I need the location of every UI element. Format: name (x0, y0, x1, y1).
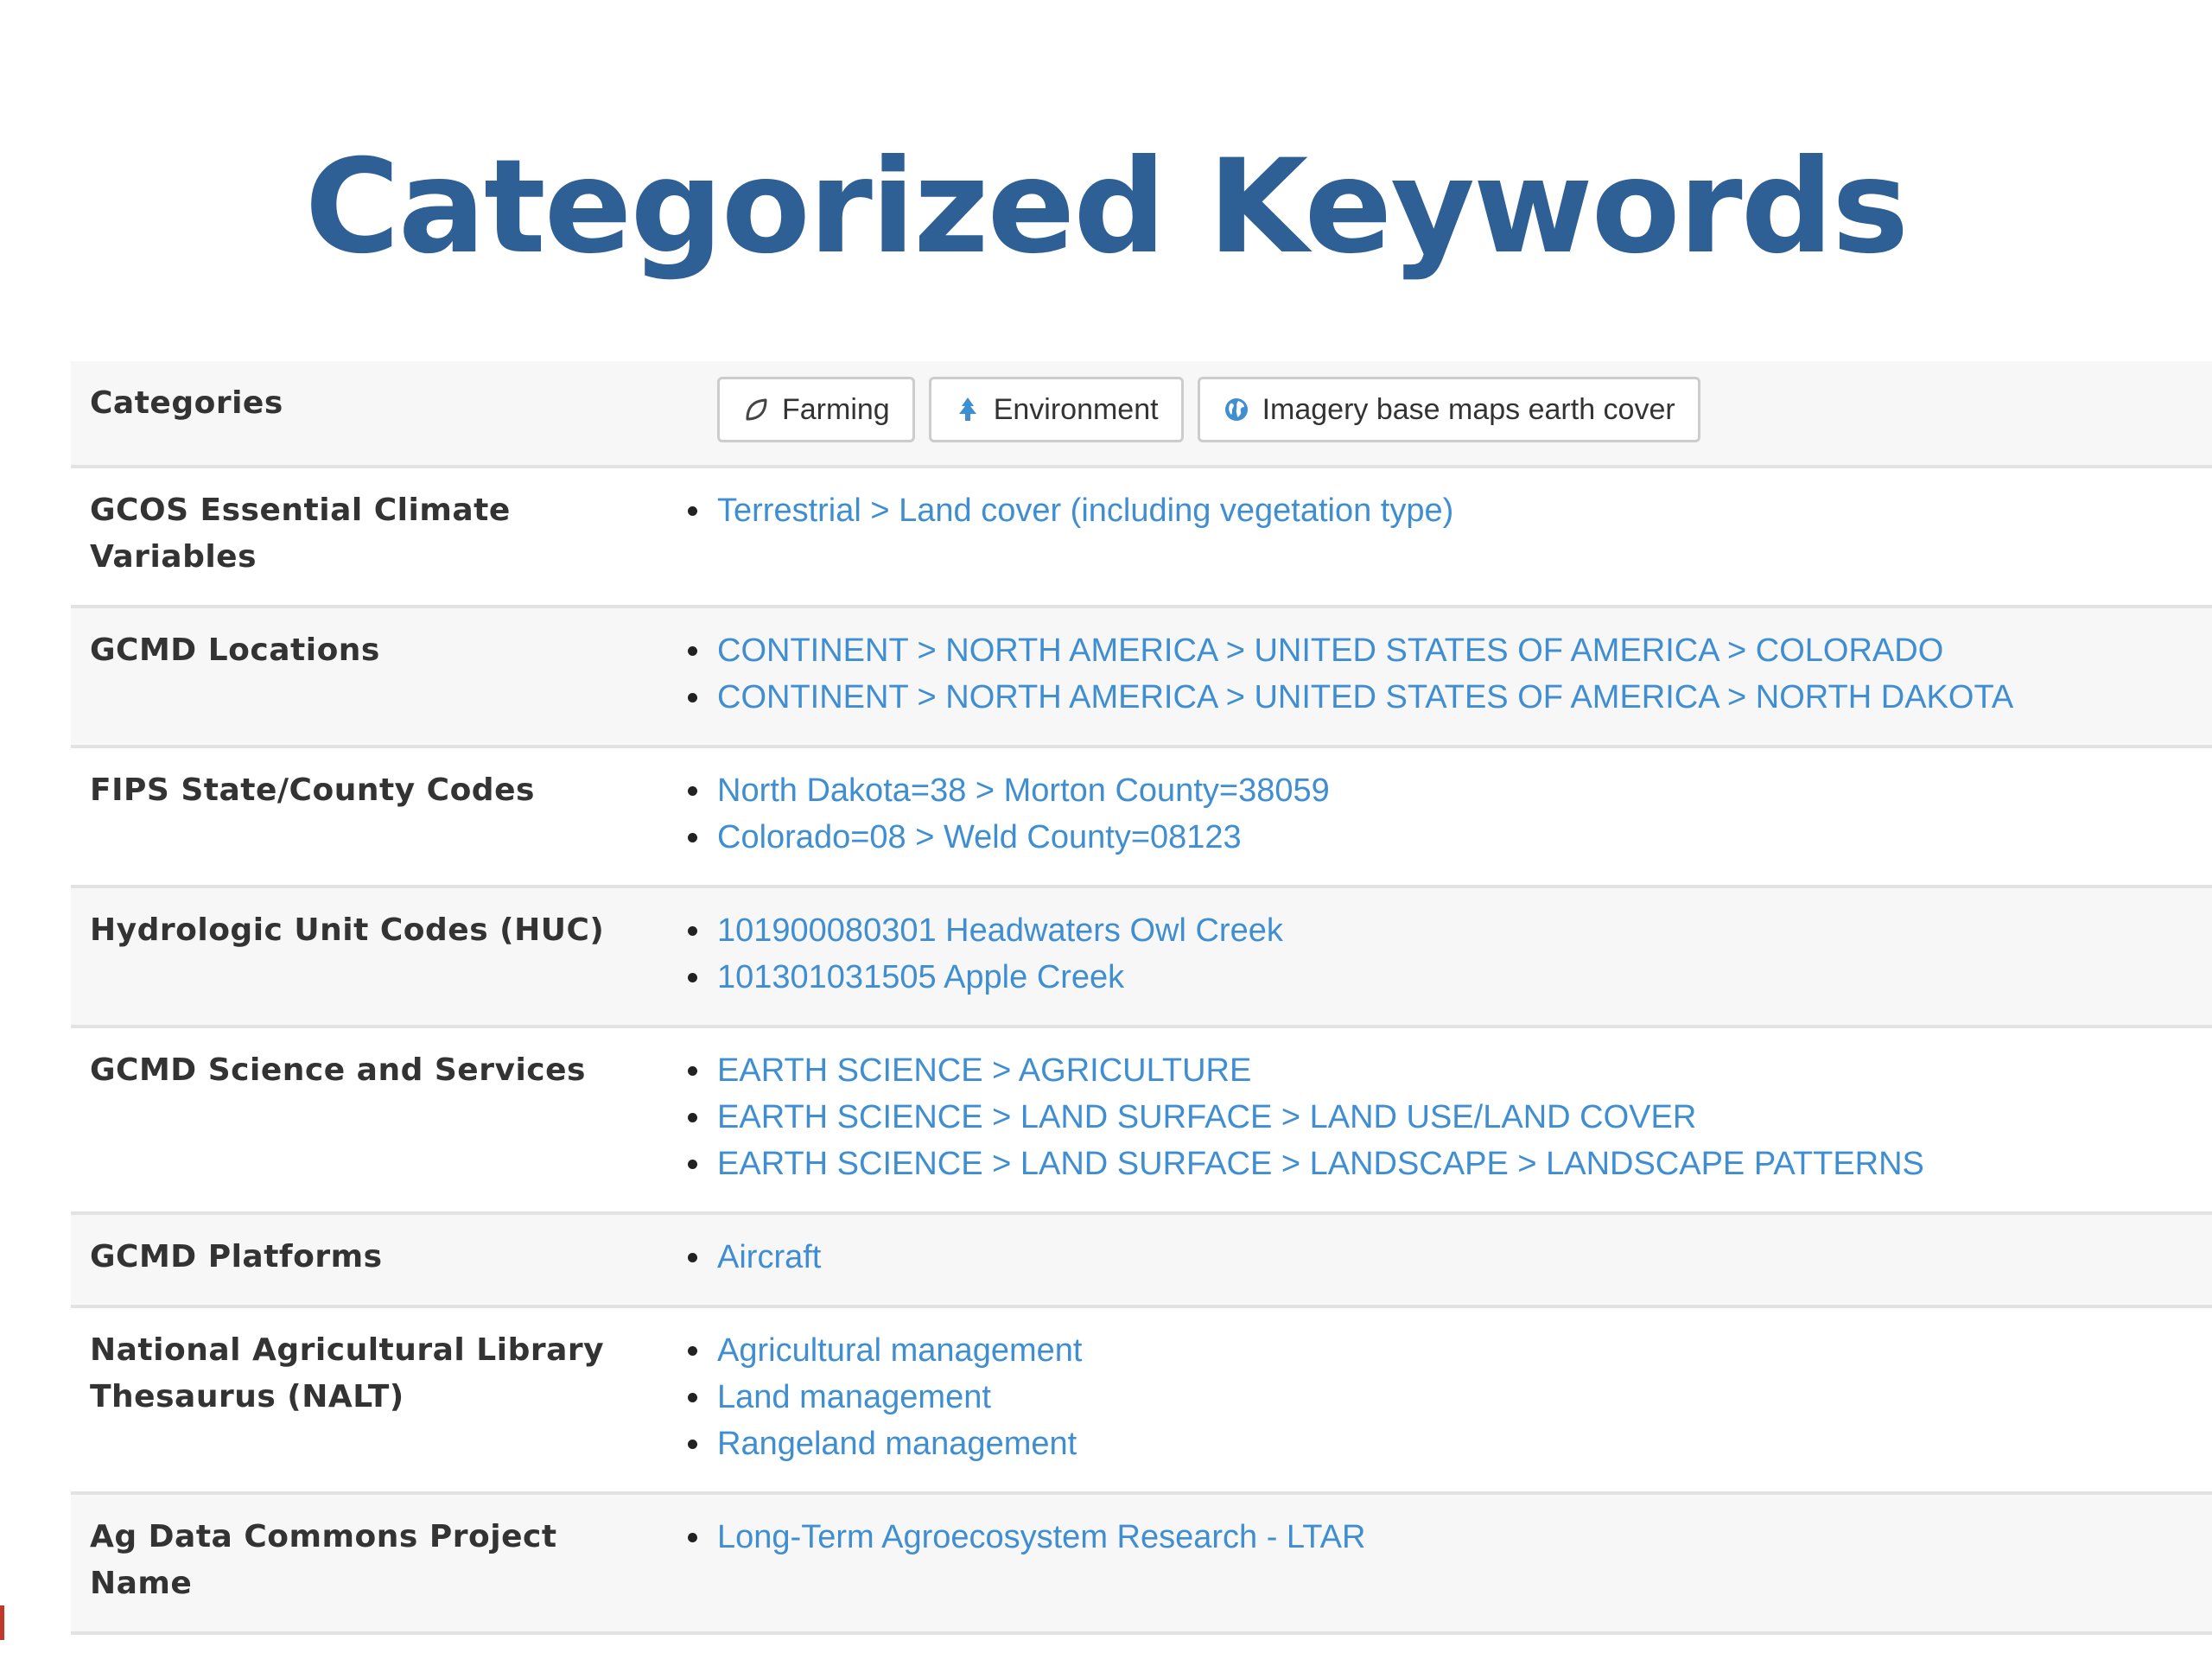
categories-row: Categories Farming Environment Imagery b… (71, 361, 2212, 467)
categories-label: Categories (90, 385, 283, 421)
bullet-icon (688, 833, 697, 842)
category-button-farming[interactable]: Farming (717, 377, 915, 442)
bullet-icon (688, 926, 697, 936)
keyword-link[interactable]: Colorado=08 > Weld County=08123 (717, 819, 1242, 855)
keyword-list: Long-Term Agroecosystem Research - LTAR (676, 1514, 2212, 1560)
bullet-icon (688, 1113, 697, 1122)
keyword-row-label: Hydrologic Unit Codes (HUC) (90, 912, 605, 948)
bullet-icon (688, 1066, 697, 1076)
keyword-row-label: GCMD Science and Services (90, 1052, 586, 1088)
keyword-link[interactable]: Aircraft (717, 1239, 821, 1275)
bullet-icon (688, 973, 697, 982)
keyword-list-item: EARTH SCIENCE > AGRICULTURE (676, 1047, 2212, 1094)
keyword-link[interactable]: Terrestrial > Land cover (including vege… (717, 493, 1453, 529)
slide: Categorized Keywords Categories Farming … (0, 0, 2212, 1659)
leaf-icon (742, 396, 770, 423)
keyword-row-values: Long-Term Agroecosystem Research - LTAR (676, 1493, 2212, 1633)
category-button-environment[interactable]: Environment (928, 377, 1184, 442)
keyword-list-item: Terrestrial > Land cover (including vege… (676, 487, 2212, 534)
keyword-list: EARTH SCIENCE > AGRICULTURE EARTH SCIENCE… (676, 1047, 2212, 1187)
keyword-list-item: 101900080301 Headwaters Owl Creek (676, 907, 2212, 954)
keyword-list-item: Long-Term Agroecosystem Research - LTAR (676, 1514, 2212, 1560)
keyword-list: CONTINENT > NORTH AMERICA > UNITED STATE… (676, 627, 2212, 721)
keyword-row: GCMD Platforms Aircraft (71, 1213, 2212, 1306)
keyword-row: GCMD Science and Services EARTH SCIENCE >… (71, 1027, 2212, 1213)
keyword-list-item: North Dakota=38 > Morton County=38059 (676, 767, 2212, 814)
keyword-link[interactable]: CONTINENT > NORTH AMERICA > UNITED STATE… (717, 632, 1943, 669)
keyword-link[interactable]: North Dakota=38 > Morton County=38059 (717, 772, 1330, 809)
keyword-list-item: EARTH SCIENCE > LAND SURFACE > LANDSCAPE… (676, 1141, 2212, 1187)
keyword-row: FIPS State/County Codes North Dakota=38 >… (71, 747, 2212, 887)
keyword-link[interactable]: EARTH SCIENCE > LAND SURFACE > LANDSCAPE… (717, 1146, 1924, 1182)
keyword-link[interactable]: Agricultural management (717, 1332, 1082, 1369)
keyword-row-label: Ag Data Commons Project Name (90, 1519, 557, 1601)
keyword-row-label: GCOS Essential Climate Variables (90, 493, 511, 575)
bullet-icon (688, 693, 697, 702)
bullet-icon (688, 1533, 697, 1542)
bullet-icon (688, 1346, 697, 1356)
keyword-row: National Agricultural Library Thesaurus … (71, 1306, 2212, 1493)
keyword-row-label: GCMD Locations (90, 632, 380, 668)
keyword-row-values: Terrestrial > Land cover (including vege… (676, 467, 2212, 607)
keyword-list: Terrestrial > Land cover (including vege… (676, 487, 2212, 534)
keyword-list: Agricultural management Land management Ra… (676, 1327, 2212, 1467)
categories-values: Farming Environment Imagery base maps ea… (676, 361, 2212, 467)
category-buttons: Farming Environment Imagery base maps ea… (717, 377, 2212, 442)
keyword-link[interactable]: EARTH SCIENCE > LAND SURFACE > LAND USE/… (717, 1099, 1696, 1135)
category-label: Imagery base maps earth cover (1262, 392, 1675, 426)
bullet-icon (688, 1440, 697, 1449)
keyword-list-item: Rangeland management (676, 1421, 2212, 1467)
keywords-table-body: Categories Farming Environment Imagery b… (71, 361, 2212, 1633)
slide-title: Categorized Keywords (304, 132, 1910, 283)
keyword-list-item: Land management (676, 1374, 2212, 1421)
keyword-row-label: FIPS State/County Codes (90, 772, 535, 808)
keyword-row: GCOS Essential Climate Variables Terrestr… (71, 467, 2212, 607)
keyword-list: Aircraft (676, 1234, 2212, 1281)
keyword-link[interactable]: EARTH SCIENCE > AGRICULTURE (717, 1052, 1251, 1089)
keyword-link[interactable]: Long-Term Agroecosystem Research - LTAR (717, 1519, 1365, 1555)
keyword-list: 101900080301 Headwaters Owl Creek 1013010… (676, 907, 2212, 1001)
keyword-row-values: Aircraft (676, 1213, 2212, 1306)
keyword-row-values: Agricultural management Land management Ra… (676, 1306, 2212, 1493)
keyword-list-item: CONTINENT > NORTH AMERICA > UNITED STATE… (676, 674, 2212, 721)
category-button-imagery[interactable]: Imagery base maps earth cover (1197, 377, 1700, 442)
keyword-list-item: 101301031505 Apple Creek (676, 954, 2212, 1001)
keyword-list-item: Colorado=08 > Weld County=08123 (676, 814, 2212, 861)
keyword-link[interactable]: Land management (717, 1379, 991, 1415)
keyword-row: Hydrologic Unit Codes (HUC) 101900080301 … (71, 887, 2212, 1027)
keyword-row-label: National Agricultural Library Thesaurus … (90, 1332, 605, 1414)
keyword-row-values: CONTINENT > NORTH AMERICA > UNITED STATE… (676, 607, 2212, 747)
keyword-list-item: Agricultural management (676, 1327, 2212, 1374)
tree-icon (954, 396, 982, 423)
bullet-icon (688, 786, 697, 796)
bullet-icon (688, 646, 697, 656)
keyword-row: Ag Data Commons Project Name Long-Term Ag… (71, 1493, 2212, 1633)
bullet-icon (688, 1160, 697, 1169)
bullet-icon (688, 1393, 697, 1402)
keyword-link[interactable]: 101900080301 Headwaters Owl Creek (717, 912, 1283, 949)
keyword-link[interactable]: 101301031505 Apple Creek (717, 959, 1124, 995)
keyword-link[interactable]: CONTINENT > NORTH AMERICA > UNITED STATE… (717, 679, 2013, 715)
keyword-list-item: EARTH SCIENCE > LAND SURFACE > LAND USE/… (676, 1094, 2212, 1141)
keywords-table: Categories Farming Environment Imagery b… (71, 361, 2212, 1635)
keyword-link[interactable]: Rangeland management (717, 1426, 1077, 1462)
keyword-list-item: Aircraft (676, 1234, 2212, 1281)
bullet-icon (688, 1253, 697, 1262)
bullet-icon (688, 506, 697, 516)
keyword-row-values: North Dakota=38 > Morton County=38059 Col… (676, 747, 2212, 887)
keyword-row-values: 101900080301 Headwaters Owl Creek 1013010… (676, 887, 2212, 1027)
globe-icon (1223, 396, 1250, 423)
keyword-list-item: CONTINENT > NORTH AMERICA > UNITED STATE… (676, 627, 2212, 674)
category-label: Environment (993, 392, 1159, 426)
keyword-row: GCMD Locations CONTINENT > NORTH AMERICA … (71, 607, 2212, 747)
keyword-row-label: GCMD Platforms (90, 1239, 383, 1274)
category-label: Farming (782, 392, 890, 426)
slide-edge-mark (0, 1605, 4, 1640)
keyword-list: North Dakota=38 > Morton County=38059 Col… (676, 767, 2212, 861)
keyword-row-values: EARTH SCIENCE > AGRICULTURE EARTH SCIENCE… (676, 1027, 2212, 1213)
